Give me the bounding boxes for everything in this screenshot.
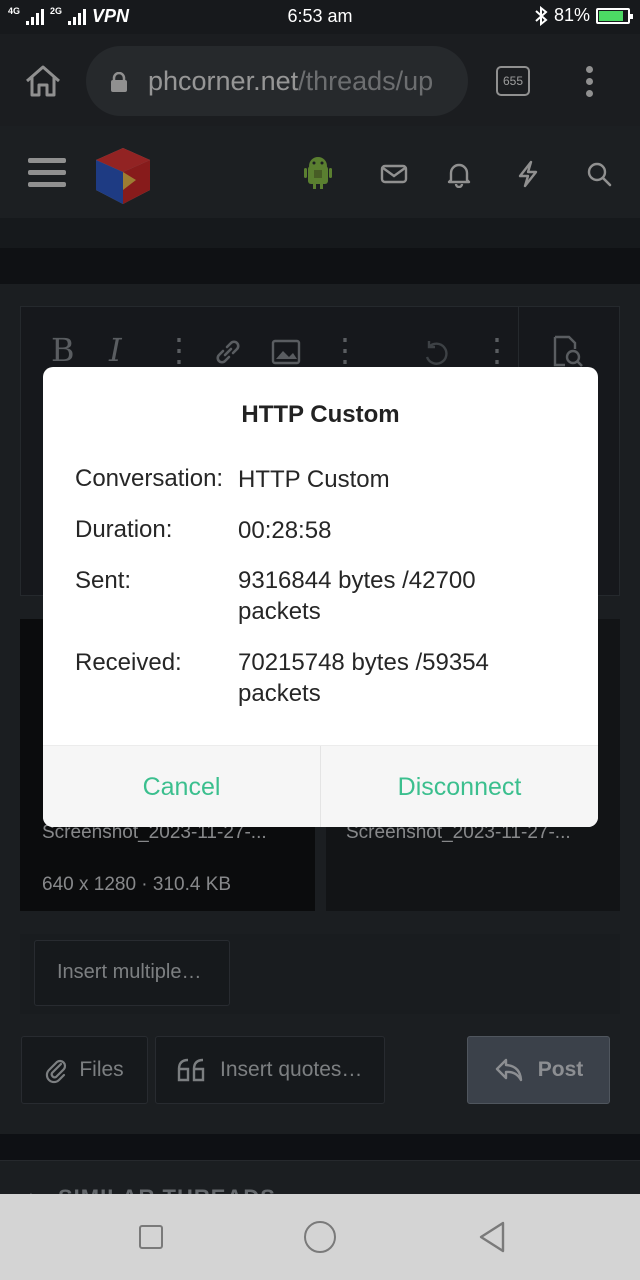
received-value: 70215748 bytes /59354 packets xyxy=(238,649,489,707)
status-right: 81% xyxy=(534,5,633,26)
bluetooth-icon xyxy=(535,5,548,26)
received-label: Received: xyxy=(75,649,182,676)
recents-button[interactable] xyxy=(139,1225,163,1249)
sent-value: 9316844 bytes /42700 packets xyxy=(238,567,476,625)
duration-value: 00:28:58 xyxy=(238,517,332,544)
dialog-actions: Cancel Disconnect xyxy=(43,745,598,827)
conversation-label: Conversation: xyxy=(75,465,224,492)
connection-dialog: HTTP Custom Conversation: HTTP Custom Du… xyxy=(43,367,598,827)
conversation-value: HTTP Custom xyxy=(238,466,390,493)
cancel-button[interactable]: Cancel xyxy=(43,746,320,827)
battery-icon xyxy=(596,7,633,24)
duration-label: Duration: xyxy=(75,516,173,543)
dialog-title: HTTP Custom xyxy=(241,401,400,428)
system-nav-bar xyxy=(0,1194,640,1280)
battery-percent: 81% xyxy=(553,5,590,25)
back-button[interactable] xyxy=(477,1220,507,1254)
home-button[interactable] xyxy=(304,1221,336,1253)
status-bar: 4G 2G VPN 6:53 am 81% xyxy=(0,0,640,34)
sent-label: Sent: xyxy=(75,567,132,594)
disconnect-button[interactable]: Disconnect xyxy=(321,746,598,827)
